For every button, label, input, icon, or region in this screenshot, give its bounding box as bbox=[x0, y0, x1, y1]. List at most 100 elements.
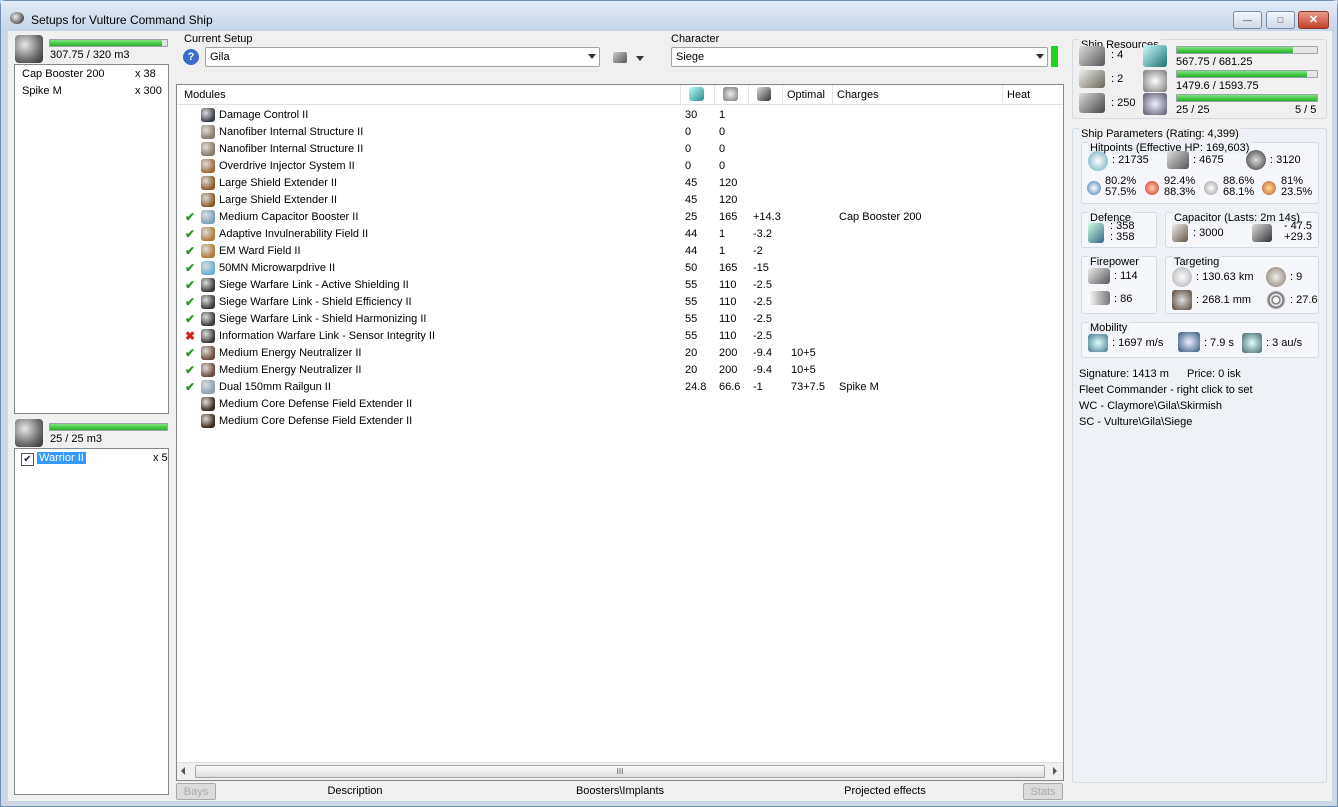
module-row[interactable]: Medium Core Defense Field Extender II bbox=[177, 396, 1063, 413]
cargo-item-qty: x 38 bbox=[135, 68, 156, 80]
module-charge: Spike M bbox=[839, 381, 879, 393]
module-cpu: 44 bbox=[685, 228, 698, 240]
speed-icon bbox=[1088, 334, 1108, 352]
warp-speed-icon bbox=[1242, 333, 1262, 353]
online-check-icon: ✔ bbox=[185, 346, 196, 360]
chevron-down-icon bbox=[588, 54, 596, 59]
window-title: Setups for Vulture Command Ship bbox=[31, 13, 213, 27]
boosters-tab[interactable]: Boosters\Implants bbox=[490, 783, 750, 800]
module-row[interactable]: Nanofiber Internal Structure II 0 0 bbox=[177, 124, 1063, 141]
module-powergrid: 110 bbox=[719, 313, 737, 325]
modules-grid[interactable]: Modules Optimal Charges Heat Damage Cont… bbox=[176, 84, 1064, 781]
thermal-resist-armor: 88.3% bbox=[1164, 186, 1196, 198]
squad-commander[interactable]: SC - Vulture\Gila\Siege bbox=[1079, 416, 1192, 428]
col-optimal[interactable]: Optimal bbox=[783, 85, 833, 105]
module-powergrid: 165 bbox=[719, 211, 738, 223]
shield-hp: : 21735 bbox=[1112, 154, 1149, 166]
module-powergrid: 200 bbox=[719, 364, 738, 376]
module-row[interactable]: Large Shield Extender II 45 120 bbox=[177, 175, 1063, 192]
horizontal-scrollbar[interactable]: III bbox=[177, 762, 1063, 780]
module-name: Nanofiber Internal Structure II bbox=[219, 126, 364, 138]
online-check-icon: ✔ bbox=[185, 244, 196, 258]
drone-checkbox[interactable]: ✔ bbox=[21, 453, 34, 466]
explosive-resist-armor: 23.5% bbox=[1281, 186, 1313, 198]
character-select-value: Siege bbox=[676, 51, 705, 63]
module-charge: Cap Booster 200 bbox=[839, 211, 922, 223]
scan-resolution: : 268.1 mm bbox=[1196, 294, 1252, 306]
module-row[interactable]: Damage Control II 30 1 bbox=[177, 107, 1063, 124]
launcher-hardpoint-icon bbox=[1079, 70, 1105, 88]
maximize-button[interactable]: □ bbox=[1266, 11, 1295, 29]
setup-select[interactable]: Gila bbox=[205, 47, 600, 67]
ship-resources-group: Ship Resources : 4 : 2 : 250 567.75 / 68… bbox=[1072, 39, 1327, 119]
col-powergrid[interactable] bbox=[715, 85, 749, 105]
col-modules[interactable]: Modules bbox=[177, 85, 681, 105]
col-charges[interactable]: Charges bbox=[833, 85, 1003, 105]
cargo-item-name[interactable]: Spike M bbox=[22, 85, 62, 97]
drone-item-name[interactable]: Warrior II bbox=[37, 452, 86, 464]
cpu-icon bbox=[689, 87, 704, 101]
bays-tab[interactable]: Bays bbox=[176, 783, 216, 800]
module-row[interactable]: Overdrive Injector System II 0 0 bbox=[177, 158, 1063, 175]
module-row[interactable]: ✔ Siege Warfare Link - Shield Harmonizing… bbox=[177, 311, 1063, 328]
repair-icon bbox=[1088, 223, 1104, 243]
cargo-capacity: 307.75 / 320 m3 bbox=[50, 49, 130, 61]
capacitor-amount: : 3000 bbox=[1193, 227, 1224, 239]
ship-icon bbox=[613, 52, 627, 63]
kinetic-resist: 88.6% 68.1% bbox=[1223, 176, 1254, 198]
description-tab[interactable]: Description bbox=[220, 783, 490, 800]
col-cpu[interactable] bbox=[681, 85, 715, 105]
module-row[interactable]: ✔ Medium Energy Neutralizer II 20 200 -9.4 10… bbox=[177, 345, 1063, 362]
col-capacitor[interactable] bbox=[749, 85, 783, 105]
module-row[interactable]: Nanofiber Internal Structure II 0 0 bbox=[177, 141, 1063, 158]
module-capacitor: -15 bbox=[753, 262, 769, 274]
title-bar[interactable]: Setups for Vulture Command Ship — □ ✕ bbox=[1, 1, 1337, 31]
module-capacitor: -9.4 bbox=[753, 364, 772, 376]
module-row[interactable]: ✔ EM Ward Field II 44 1 -2 bbox=[177, 243, 1063, 260]
module-row[interactable]: ✔ 50MN Microwarpdrive II 50 165 -15 bbox=[177, 260, 1063, 277]
module-row[interactable]: ✔ Siege Warfare Link - Shield Efficiency … bbox=[177, 294, 1063, 311]
online-check-icon: ✔ bbox=[185, 380, 196, 394]
wing-commander[interactable]: WC - Claymore\Gila\Skirmish bbox=[1079, 400, 1222, 412]
client-area: 307.75 / 320 m3 Cap Booster 200 x 38 Spi… bbox=[8, 31, 1332, 801]
scroll-left-icon[interactable] bbox=[181, 767, 185, 775]
thermal-resist-icon bbox=[1145, 181, 1159, 195]
drone-list[interactable]: ✔ Warrior II x 5 bbox=[14, 448, 169, 795]
stats-tab[interactable]: Stats bbox=[1023, 783, 1063, 800]
module-name: Dual 150mm Railgun II bbox=[219, 381, 331, 393]
turret-dps: : 114 bbox=[1114, 270, 1138, 282]
ship-parameters-title: Ship Parameters (Rating: 4,399) bbox=[1079, 128, 1241, 140]
module-icon bbox=[201, 397, 215, 411]
module-row[interactable]: ✔ Dual 150mm Railgun II 24.8 66.6 -1 73+7.5 Sp… bbox=[177, 379, 1063, 396]
cargo-list[interactable]: Cap Booster 200 x 38 Spike M x 300 bbox=[14, 64, 169, 414]
module-cpu: 50 bbox=[685, 262, 698, 274]
powergrid-bar bbox=[1176, 70, 1318, 78]
cargo-item-name[interactable]: Cap Booster 200 bbox=[22, 68, 105, 80]
projected-effects-tab[interactable]: Projected effects bbox=[750, 783, 1020, 800]
scroll-thumb[interactable]: III bbox=[195, 765, 1045, 778]
scroll-right-icon[interactable] bbox=[1053, 767, 1057, 775]
close-button[interactable]: ✕ bbox=[1298, 11, 1329, 29]
module-row[interactable]: ✖ Information Warfare Link - Sensor Integ… bbox=[177, 328, 1063, 345]
character-select[interactable]: Siege bbox=[671, 47, 1048, 67]
col-heat[interactable]: Heat bbox=[1003, 85, 1063, 105]
module-powergrid: 110 bbox=[719, 330, 737, 342]
module-icon bbox=[201, 159, 215, 173]
minimize-button[interactable]: — bbox=[1233, 11, 1262, 29]
online-check-icon: ✔ bbox=[185, 278, 196, 292]
module-row[interactable]: Medium Core Defense Field Extender II bbox=[177, 413, 1063, 430]
help-icon[interactable]: ? bbox=[183, 49, 199, 65]
module-powergrid: 110 bbox=[719, 296, 737, 308]
max-velocity: : 1697 m/s bbox=[1112, 337, 1164, 349]
module-row[interactable]: ✔ Medium Capacitor Booster II 25 165 +14.3 Ca… bbox=[177, 209, 1063, 226]
module-row[interactable]: ✔ Medium Energy Neutralizer II 20 200 -9.4 10… bbox=[177, 362, 1063, 379]
module-powergrid: 0 bbox=[719, 143, 726, 155]
module-row[interactable]: ✔ Adaptive Invulnerability Field II 44 1 -3.… bbox=[177, 226, 1063, 243]
module-cpu: 20 bbox=[685, 364, 698, 376]
fleet-commander[interactable]: Fleet Commander - right click to set bbox=[1079, 384, 1253, 396]
online-check-icon: ✔ bbox=[185, 261, 196, 275]
drone-bay-icon bbox=[15, 419, 43, 447]
setup-options-button[interactable] bbox=[611, 50, 651, 66]
module-row[interactable]: Large Shield Extender II 45 120 bbox=[177, 192, 1063, 209]
module-row[interactable]: ✔ Siege Warfare Link - Active Shielding I… bbox=[177, 277, 1063, 294]
